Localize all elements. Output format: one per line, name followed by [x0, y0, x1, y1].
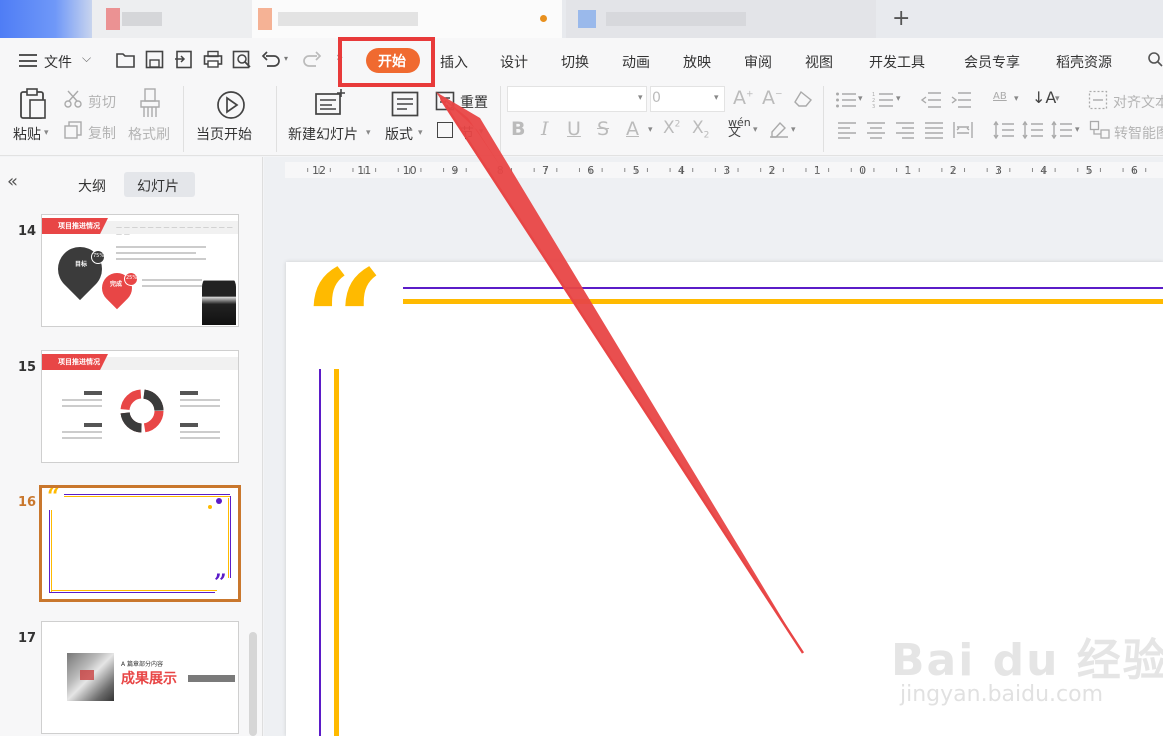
annotation-arrow-icon	[436, 92, 805, 654]
